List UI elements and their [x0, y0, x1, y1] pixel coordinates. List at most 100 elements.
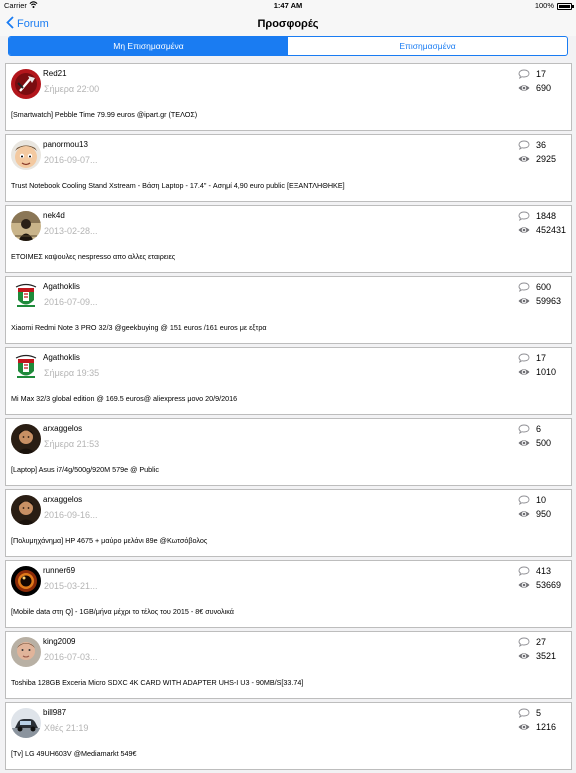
post-row[interactable]: Red21 Σήμερα 22:00 [Smartwatch] Pebble Tim…: [5, 63, 572, 131]
view-count-value: 2925: [536, 154, 557, 164]
reply-count-value: 17: [536, 69, 547, 79]
view-count-value: 452431: [536, 225, 567, 235]
comment-bubble-icon: [518, 69, 530, 79]
eye-icon: [518, 580, 530, 590]
reply-count-value: 600: [536, 282, 552, 292]
view-count-value: 1216: [536, 722, 557, 732]
post-author: Agathoklis: [43, 353, 80, 362]
comment-bubble-icon: [518, 708, 530, 718]
eye-icon: [518, 438, 530, 448]
post-row[interactable]: bill987 Χθές 21:19 [Tv] LG 49UH603V @Media…: [5, 702, 572, 770]
eye-icon: [518, 225, 530, 235]
avatar: [11, 424, 41, 454]
post-title: [Mobile data στη Q] - 1GB/μήνα μέχρι το …: [11, 607, 234, 616]
post-row[interactable]: arxaggelos Σήμερα 21:53 [Laptop] Asus i7/4…: [5, 418, 572, 486]
post-title: [Smartwatch] Pebble Time 79.99 euros @ip…: [11, 110, 198, 119]
avatar: [11, 637, 41, 667]
comment-bubble-icon: [518, 282, 530, 292]
comment-bubble-icon: [518, 353, 530, 363]
view-count: 3521: [518, 651, 556, 661]
view-count-value: 1010: [536, 367, 557, 377]
view-count: 53669: [518, 580, 561, 590]
view-count: 950: [518, 509, 551, 519]
post-row[interactable]: runner69 2015-03-21... [Mobile data στη Q]…: [5, 560, 572, 628]
reply-count: 10: [518, 495, 546, 505]
reply-count-value: 36: [536, 140, 547, 150]
post-author: Red21: [43, 69, 67, 78]
avatar: [11, 495, 41, 525]
filter-segmented-control: Μη Επισημασμένα Επισημασμένα: [8, 36, 568, 56]
reply-count: 413: [518, 566, 551, 576]
post-row[interactable]: arxaggelos 2016-09-16... [Πολυμηχάνημα] HP…: [5, 489, 572, 557]
view-count: 500: [518, 438, 551, 448]
post-row[interactable]: Agathoklis 2016-07-09... Xiaomi Redmi Note…: [5, 276, 572, 344]
post-title: [Πολυμηχάνημα] HP 4675 + μαύρο μελάνι 89…: [11, 536, 208, 545]
reply-count: 17: [518, 353, 546, 363]
post-author: nek4d: [43, 211, 65, 220]
eye-icon: [518, 83, 530, 93]
avatar: [11, 211, 41, 241]
reply-count: 1848: [518, 211, 556, 221]
post-date: 2013-02-28...: [44, 226, 98, 236]
tab-unmarked[interactable]: Μη Επισημασμένα: [9, 37, 288, 55]
comment-bubble-icon: [518, 495, 530, 505]
post-date: Σήμερα 19:35: [44, 368, 100, 378]
reply-count-value: 413: [536, 566, 552, 576]
post-date: Χθές 21:19: [44, 723, 89, 733]
post-date: Σήμερα 22:00: [44, 84, 100, 94]
post-row[interactable]: Agathoklis Σήμερα 19:35 Mi Max 32/3 global…: [5, 347, 572, 415]
reply-count: 17: [518, 69, 546, 79]
avatar: [11, 708, 41, 738]
avatar: [11, 282, 41, 312]
reply-count-value: 6: [536, 424, 542, 434]
view-count: 1216: [518, 722, 556, 732]
battery-percent: 100%: [534, 1, 554, 10]
post-title: [Laptop] Asus i7/4g/500g/920M 579e @ Pub…: [11, 465, 159, 474]
post-author: panormou13: [43, 140, 88, 149]
avatar: [11, 566, 41, 596]
avatar: [11, 140, 41, 170]
view-count-value: 690: [536, 83, 552, 93]
comment-bubble-icon: [518, 211, 530, 221]
post-title: Trust Notebook Cooling Stand Xstream - Β…: [11, 181, 345, 190]
view-count-value: 3521: [536, 651, 557, 661]
post-row[interactable]: king2009 2016-07-03... Toshiba 128GB Excer…: [5, 631, 572, 699]
post-author: bill987: [43, 708, 67, 717]
view-count-value: 950: [536, 509, 552, 519]
reply-count: 600: [518, 282, 551, 292]
comment-bubble-icon: [518, 637, 530, 647]
avatar: [11, 69, 41, 99]
page-title: Προσφορές: [257, 18, 319, 30]
eye-icon: [518, 651, 530, 661]
post-date: 2016-07-09...: [44, 297, 98, 307]
view-count: 59963: [518, 296, 561, 306]
post-row[interactable]: panormou13 2016-09-07... Trust Notebook Co…: [5, 134, 572, 202]
eye-icon: [518, 509, 530, 519]
clock: 1:47 AM: [273, 1, 303, 10]
post-list: Red21 Σήμερα 22:00 [Smartwatch] Pebble Tim…: [5, 63, 572, 773]
eye-icon: [518, 296, 530, 306]
post-date: 2016-09-07...: [44, 155, 98, 165]
avatar: [11, 353, 41, 383]
view-count: 1010: [518, 367, 556, 377]
post-date: 2016-09-16...: [44, 510, 98, 520]
post-author: arxaggelos: [43, 495, 83, 504]
post-row[interactable]: nek4d 2013-02-28... ΕΤΟΙΜΕΣ καψουλες nespr…: [5, 205, 572, 273]
view-count-value: 53669: [536, 580, 562, 590]
reply-count-value: 27: [536, 637, 547, 647]
reply-count: 36: [518, 140, 546, 150]
post-date: 2015-03-21...: [44, 581, 98, 591]
reply-count-value: 5: [536, 708, 542, 718]
reply-count: 6: [518, 424, 541, 434]
battery-tip: [572, 5, 574, 8]
tab-marked[interactable]: Επισημασμένα: [288, 37, 567, 55]
view-count: 452431: [518, 225, 566, 235]
view-count: 690: [518, 83, 551, 93]
post-title: ΕΤΟΙΜΕΣ καψουλες nespresso απο αλλες ετα…: [11, 252, 176, 261]
post-author: king2009: [43, 637, 76, 646]
view-count-value: 59963: [536, 296, 562, 306]
post-date: 2016-07-03...: [44, 652, 98, 662]
eye-icon: [518, 367, 530, 377]
eye-icon: [518, 722, 530, 732]
status-bar: Carrier 1:47 AM 100%: [0, 0, 576, 12]
